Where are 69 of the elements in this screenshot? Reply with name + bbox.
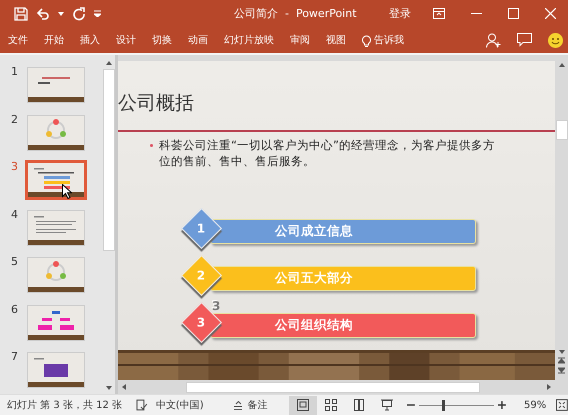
smiley-icon[interactable] (548, 32, 563, 48)
scroll-up-icon[interactable] (106, 61, 112, 65)
scroll-thumb[interactable] (556, 120, 568, 140)
ribbon-tab[interactable]: 插入 (80, 33, 100, 47)
fit-to-window-icon[interactable] (556, 399, 568, 411)
normal-view-icon (296, 399, 310, 411)
slide-number: 7 (10, 350, 19, 363)
language-button[interactable]: 中文(中国) (156, 398, 204, 412)
grid-icon (324, 399, 338, 411)
scroll-left-icon[interactable] (122, 384, 126, 390)
ribbon-tab[interactable]: 文件 (8, 33, 28, 47)
slide-number: 1 (10, 65, 19, 78)
close-icon[interactable] (545, 8, 556, 19)
book-icon (352, 399, 366, 411)
banner: 公司五大部分 (210, 266, 476, 291)
redo-icon[interactable] (72, 6, 86, 20)
slide-count: 幻灯片 第 3 张，共 12 张 (7, 398, 122, 412)
customize-icon[interactable] (94, 10, 101, 17)
scroll-thumb[interactable] (186, 382, 480, 392)
tell-me-button[interactable]: 告诉我 (374, 33, 404, 47)
window-title: 公司简介 - PowerPoint (234, 6, 358, 21)
scroll-thumb[interactable] (103, 69, 115, 251)
cursor-icon (62, 184, 72, 199)
comment-icon[interactable] (517, 33, 532, 47)
save-icon[interactable] (14, 6, 28, 20)
ribbon-tab[interactable]: 视图 (326, 33, 346, 47)
ribbon-tab[interactable]: 动画 (188, 33, 208, 47)
slide-thumbnail[interactable] (27, 67, 85, 103)
next-slide-icon[interactable] (558, 367, 565, 374)
stray-label: 3 (212, 299, 220, 313)
caret-icon[interactable] (58, 12, 64, 16)
slide-thumbnail[interactable] (27, 257, 85, 293)
banner: 公司成立信息 (210, 219, 476, 244)
bullet-text: 科荟公司注重“一切以客户为中心”的经营理念，为客户提供多方位的售前、售中、售后服务。 (159, 137, 496, 169)
slide-number: 5 (10, 255, 19, 268)
scroll-right-icon[interactable] (547, 384, 551, 390)
person-add-icon[interactable] (486, 32, 501, 48)
slide-number: 6 (10, 302, 19, 316)
ribbon-tab[interactable]: 审阅 (290, 33, 310, 47)
scroll-down-icon[interactable] (106, 386, 112, 390)
spellcheck-icon[interactable] (136, 399, 148, 411)
scroll-up-icon[interactable] (558, 63, 564, 67)
notes-button[interactable]: 备注 (247, 398, 268, 412)
slide-thumbnail[interactable] (27, 114, 85, 150)
scroll-down-icon[interactable] (558, 350, 564, 354)
previous-slide-icon[interactable] (558, 357, 565, 364)
zoom-level[interactable]: 59% (524, 400, 546, 410)
slide-number: 3 (10, 160, 19, 173)
ribbon-display-icon[interactable] (433, 8, 445, 19)
maximize-icon[interactable] (508, 8, 519, 19)
sign-in-button[interactable]: 登录 (389, 6, 411, 21)
slide-thumbnail[interactable] (27, 210, 85, 246)
slide-thumbnail[interactable] (25, 160, 87, 200)
notes-icon[interactable] (234, 400, 242, 410)
ribbon-tab[interactable]: 开始 (44, 33, 64, 47)
banner: 公司组织结构 (210, 313, 476, 338)
slide-title: 公司概括 (118, 91, 195, 116)
slide-thumbnail[interactable] (27, 352, 85, 388)
slide-number: 2 (10, 112, 19, 126)
slide-thumbnail[interactable] (27, 304, 85, 340)
ribbon-tab[interactable]: 切换 (152, 33, 172, 47)
projector-icon (380, 399, 394, 411)
lightbulb-icon (362, 34, 371, 46)
ribbon-tab[interactable]: 设计 (116, 33, 136, 47)
ribbon-tab[interactable]: 幻灯片放映 (224, 33, 274, 47)
undo-icon[interactable] (36, 6, 50, 20)
zoom-in-icon[interactable] (498, 401, 506, 409)
slide-number: 4 (10, 208, 19, 220)
normal-view-button[interactable] (289, 396, 318, 414)
